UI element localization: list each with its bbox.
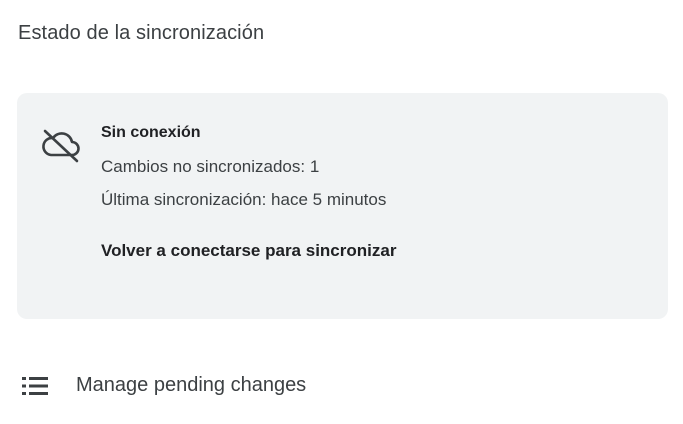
last-sync-text: Última sincronización: hace 5 minutos [101,190,387,209]
unsynced-changes-text: Cambios no sincronizados: 1 [101,157,320,176]
reconnect-to-sync-button[interactable]: Volver a conectarse para sincronizar [101,241,396,261]
manage-pending-changes-label: Manage pending changes [76,374,307,396]
sync-status-card: Sin conexión Cambios no sincronizados: 1… [17,93,668,319]
cloud-off-icon [39,124,83,164]
manage-pending-changes-item[interactable]: Manage pending changes [0,360,683,412]
section-title: Estado de la sincronización [18,22,265,44]
connection-status-heading: Sin conexión [101,124,201,141]
list-icon [22,376,50,396]
